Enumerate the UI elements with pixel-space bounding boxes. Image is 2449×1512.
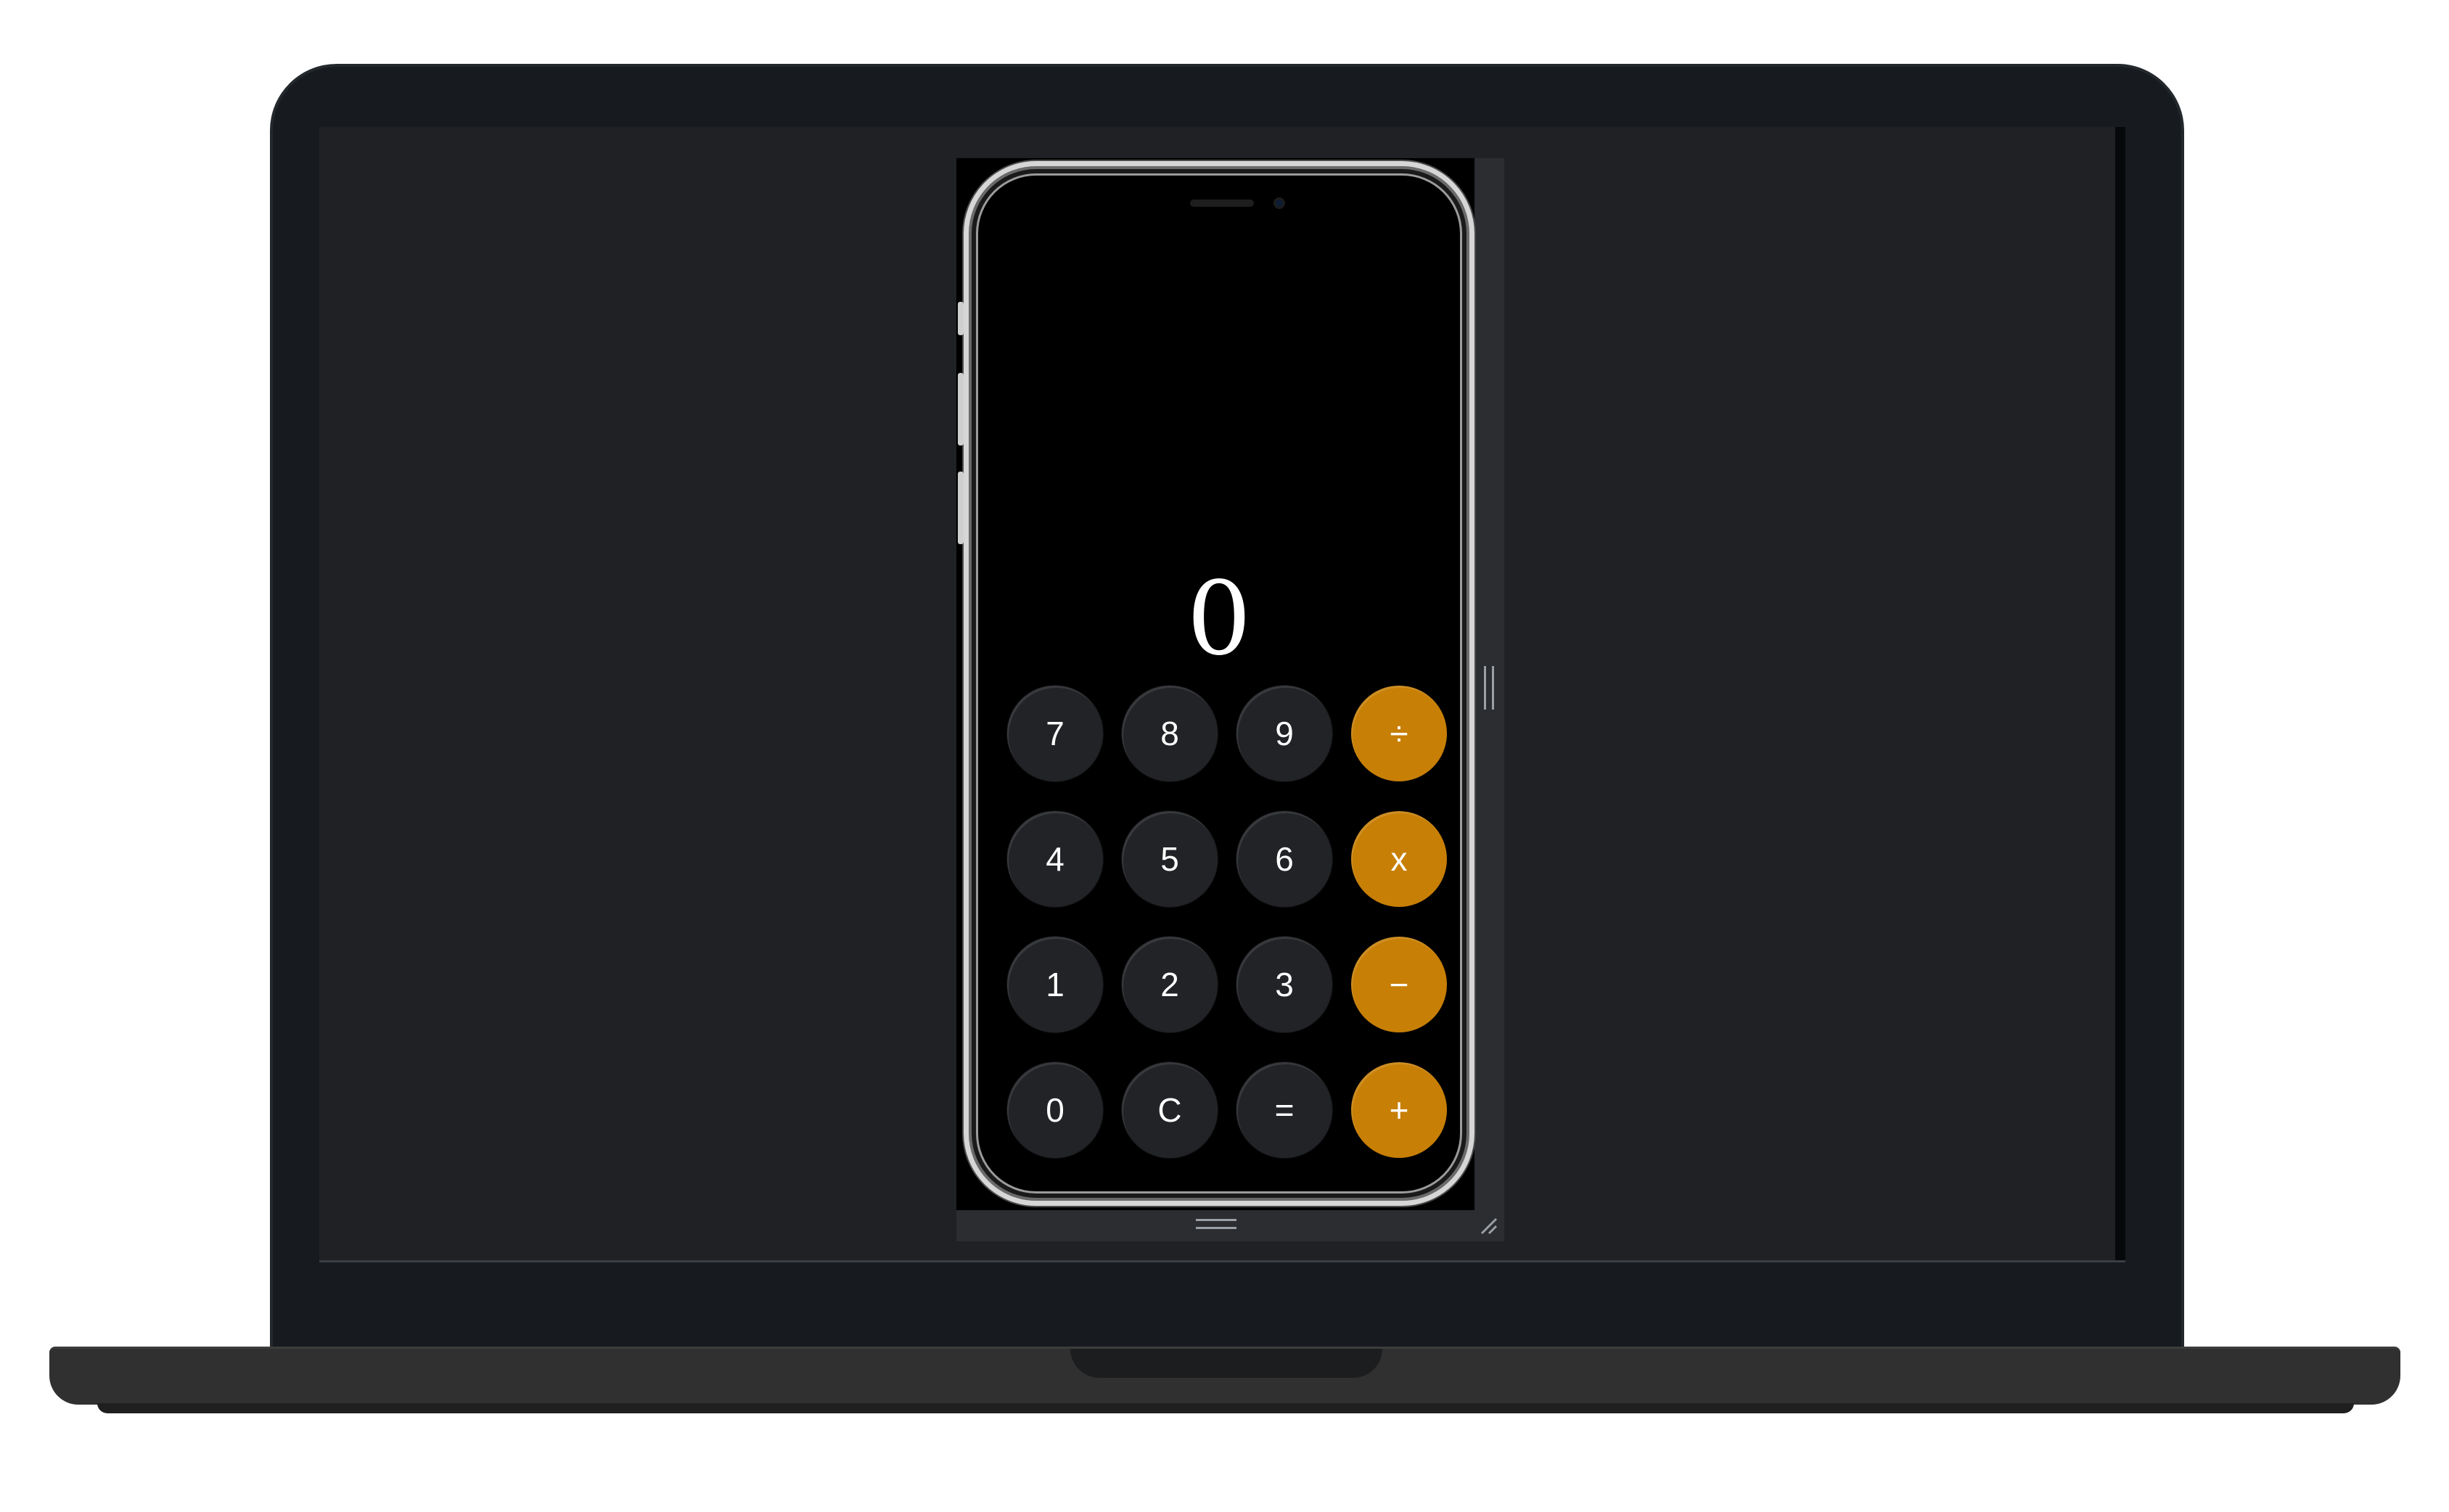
key-equals-button[interactable]: = (1236, 1062, 1332, 1158)
screen-divider (319, 1260, 2125, 1262)
key-multiply-button[interactable]: x (1351, 811, 1447, 907)
calculator-keypad: 7 8 9 ÷ 4 5 6 x 1 2 3− 0 C = + (1007, 686, 1447, 1158)
key-subtract-button[interactable]: − (1351, 937, 1447, 1032)
emulator-viewport: 0 7 8 9 ÷ 4 5 6 x 1 2 3−0 C = + (956, 158, 1474, 1210)
key-digit-5-button[interactable]: 5 (1122, 811, 1218, 907)
camera-icon (1273, 197, 1285, 209)
laptop-notch (1070, 1349, 1382, 1378)
resize-corner-icon[interactable] (1479, 1216, 1499, 1236)
key-digit-0-button[interactable]: 0 (1007, 1062, 1103, 1158)
phone-mute-switch (958, 302, 964, 335)
key-add-button[interactable]: + (1351, 1062, 1447, 1158)
key-digit-9-button[interactable]: 9 (1236, 686, 1332, 781)
phone-volume-up-button (958, 373, 964, 445)
resize-handle-bottom[interactable] (1196, 1219, 1236, 1229)
key-digit-4-button[interactable]: 4 (1007, 811, 1103, 907)
key-digit-1-button[interactable]: 1 (1007, 937, 1103, 1032)
key-digit-8-button[interactable]: 8 (1122, 686, 1218, 781)
key-digit-7-button[interactable]: 7 (1007, 686, 1103, 781)
key-divide-button[interactable]: ÷ (1351, 686, 1447, 781)
screen-edge-strip (2115, 127, 2125, 1262)
key-digit-6-button[interactable]: 6 (1236, 811, 1332, 907)
key-clear-button[interactable]: C (1122, 1062, 1218, 1158)
phone-volume-down-button (958, 472, 964, 544)
laptop-foot (97, 1403, 2354, 1413)
calculator-display: 0 (1186, 560, 1252, 678)
key-digit-3-button[interactable]: 3 (1236, 937, 1332, 1032)
key-digit-2-button[interactable]: 2 (1122, 937, 1218, 1032)
phone-speaker (1190, 200, 1254, 207)
phone-frame: 0 7 8 9 ÷ 4 5 6 x 1 2 3−0 C = + (964, 161, 1474, 1206)
device-emulator: 0 7 8 9 ÷ 4 5 6 x 1 2 3−0 C = + (956, 158, 1504, 1241)
resize-handle-right[interactable] (1484, 666, 1494, 710)
